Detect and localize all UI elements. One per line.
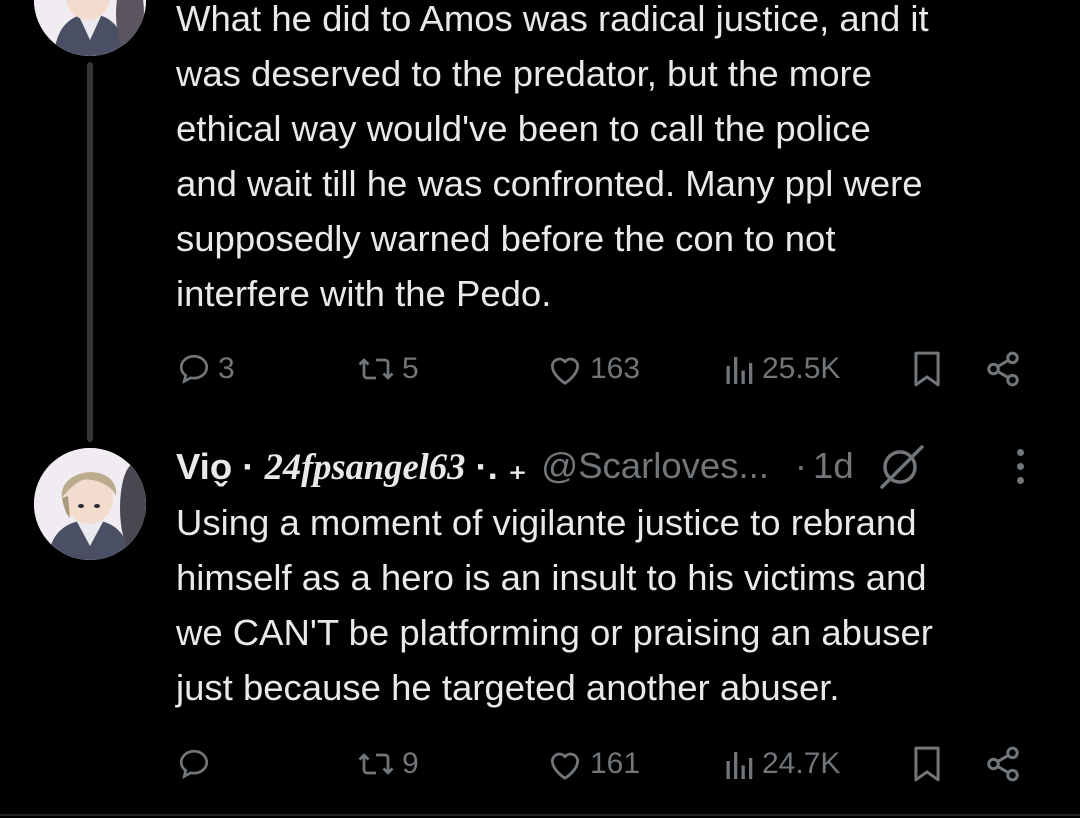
repost-button[interactable]: 9 <box>356 740 419 788</box>
avatar-image <box>34 448 146 560</box>
post-text-line: just because he targeted another abuser. <box>176 667 840 708</box>
post-text-line: was deserved to the predator, but the mo… <box>176 53 872 94</box>
share-icon <box>987 351 1019 387</box>
like-button[interactable]: 163 <box>546 345 640 393</box>
post-text: Using a moment of vigilante justice to r… <box>176 495 1066 715</box>
thread-connector-line <box>87 62 93 442</box>
post-header: Vio̬ · 24fpsangel63 ·. ₊ @Scarloves... ·… <box>176 438 1046 494</box>
post-text-line: himself as a hero is an insult to his vi… <box>176 557 927 598</box>
reply-icon <box>179 354 209 384</box>
reply-icon <box>179 749 209 779</box>
reply-button[interactable]: 3 <box>176 345 235 393</box>
views-bar-chart-icon <box>726 357 753 384</box>
views-button[interactable]: 24.7K <box>724 740 840 788</box>
more-vertical-icon[interactable] <box>1017 448 1024 484</box>
like-count: 161 <box>590 747 641 780</box>
avatar-image <box>34 0 146 56</box>
user-handle[interactable]: @Scarloves... <box>541 445 769 487</box>
post-text: What he did to Amos was radical justice,… <box>176 0 1066 321</box>
bookmark-icon <box>914 351 940 387</box>
post-text-line: supposedly warned before the con to not <box>176 218 836 259</box>
post-actions-bar: 9 161 24.7K <box>176 740 1036 788</box>
display-name-plain: Vio <box>176 445 233 487</box>
post-text-line: and wait till he was confronted. Many pp… <box>176 163 923 204</box>
repost-count: 5 <box>402 352 419 385</box>
repost-count: 9 <box>402 747 419 780</box>
reply-button[interactable] <box>176 740 218 788</box>
share-button[interactable] <box>984 345 1022 393</box>
post-text-line: interfere with the Pedo. <box>176 273 552 314</box>
repost-icon <box>358 753 394 775</box>
share-button[interactable] <box>984 740 1022 788</box>
post-text-line: ethical way would've been to call the po… <box>176 108 871 149</box>
repost-icon <box>358 358 394 380</box>
reply-count: 3 <box>218 352 235 385</box>
share-icon <box>987 746 1019 782</box>
repost-button[interactable]: 5 <box>356 345 419 393</box>
heart-icon <box>550 357 580 385</box>
avatar[interactable] <box>34 448 146 560</box>
avatar[interactable] <box>34 0 146 56</box>
views-button[interactable]: 25.5K <box>724 345 840 393</box>
like-count: 163 <box>590 352 641 385</box>
post-timestamp[interactable]: 1d <box>813 445 854 487</box>
display-name-suffix: ·. ₊ <box>465 445 528 487</box>
post-actions-bar: 3 5 163 25.5K <box>176 345 1036 393</box>
bookmark-button[interactable] <box>910 740 944 788</box>
bookmark-button[interactable] <box>910 345 944 393</box>
grok-icon[interactable] <box>876 443 928 489</box>
display-name-fancy: 24fpsangel63 <box>264 445 466 487</box>
display-name[interactable]: Vio̬ · 24fpsangel63 ·. ₊ <box>176 445 527 488</box>
time-separator: · <box>794 445 808 486</box>
views-bar-chart-icon <box>726 752 753 779</box>
like-button[interactable]: 161 <box>546 740 640 788</box>
display-name-separator: · <box>232 445 265 487</box>
heart-icon <box>550 752 580 780</box>
post-divider <box>0 814 1080 816</box>
views-count: 25.5K <box>762 352 841 385</box>
bookmark-icon <box>914 746 940 782</box>
post-text-line: we CAN'T be platforming or praising an a… <box>176 612 933 653</box>
post-text-line: Using a moment of vigilante justice to r… <box>176 502 917 543</box>
views-count: 24.7K <box>762 747 841 780</box>
post-text-line: What he did to Amos was radical justice,… <box>176 0 929 39</box>
